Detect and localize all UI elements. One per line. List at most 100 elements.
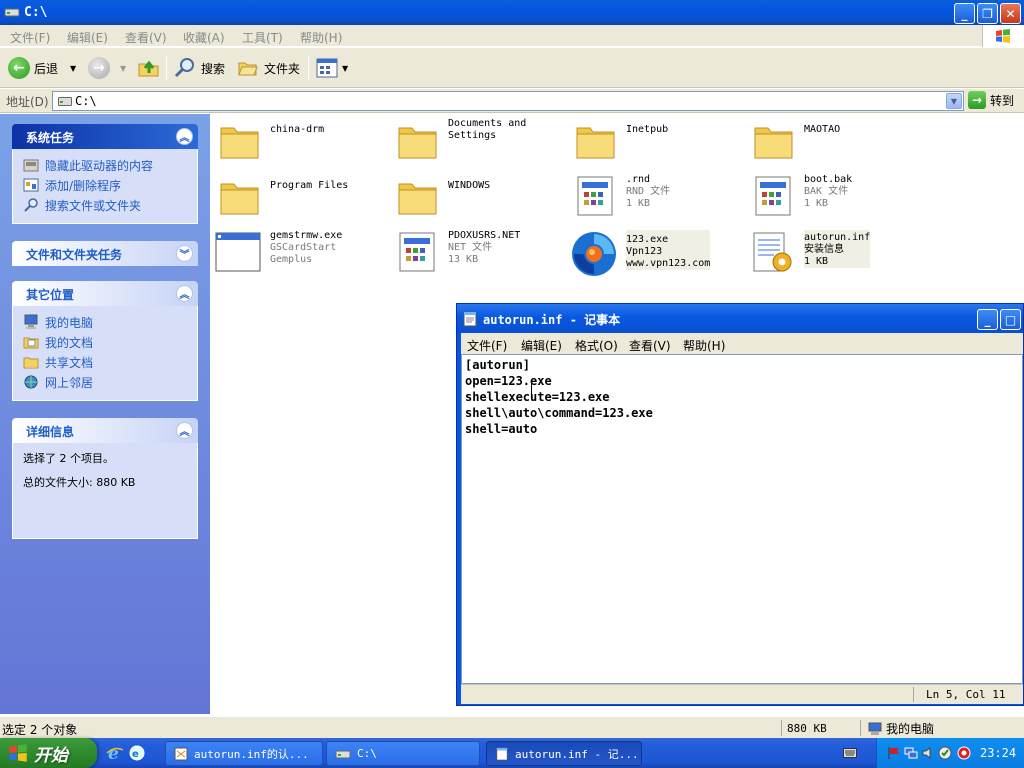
setup-information-icon [753,232,792,272]
network-icon[interactable] [904,746,918,760]
notepad-titlebar[interactable]: autorun.inf - 记事本 _ □ [457,304,1023,333]
volume-icon[interactable] [921,746,935,760]
notepad-title: autorun.inf - 记事本 [483,313,621,327]
collapse-chevron-icon[interactable]: ︽ [176,422,193,439]
taskbar-item-explorer[interactable]: C:\ [326,741,480,766]
notepad-minimize-button[interactable]: _ [977,309,998,330]
file-size: 1 KB [804,256,829,267]
details-panel: 详细信息 ︽ 选择了 2 个项目。 总的文件大小: 880 KB [12,418,198,539]
address-dropdown-icon[interactable]: ▼ [946,93,962,109]
place-shared-documents[interactable]: 共享文档 [23,352,187,372]
internet-explorer-icon[interactable]: e [106,744,124,762]
notepad-menu-help[interactable]: 帮助(H) [683,337,725,354]
document-icon [174,747,188,760]
notepad-menu-file[interactable]: 文件(F) [467,337,507,354]
expand-chevron-icon[interactable]: ︾ [176,245,193,262]
window-controls: _ ❐ ✕ [954,3,1021,24]
antivirus-icon[interactable] [957,746,971,760]
file-label: china-drm [270,118,324,136]
address-input[interactable]: C:\ ▼ [52,91,964,111]
menu-help[interactable]: 帮助(H) [300,29,342,46]
notepad-menu-edit[interactable]: 编辑(E) [521,337,562,354]
back-arrow-icon: ← [8,57,30,79]
task-search-files[interactable]: 搜索文件或文件夹 [23,195,187,215]
file-item-windows[interactable]: WINDOWS [396,174,490,218]
collapse-chevron-icon[interactable]: ︽ [176,128,193,145]
file-item-program-files[interactable]: Program Files [218,174,348,218]
close-button[interactable]: ✕ [1000,3,1021,24]
file-tasks-header[interactable]: 文件和文件夹任务 ︾ [12,241,198,266]
task-add-remove-programs[interactable]: 添加/删除程序 [23,175,187,195]
file-label: Program Files [270,174,348,192]
go-button[interactable]: → 转到 [968,91,1014,109]
file-type: BAK 文件 [804,186,849,197]
notepad-text-area[interactable]: [autorun] open=123.exe shellexecute=123.… [461,354,1023,684]
clock[interactable]: 23:24 [980,746,1016,760]
file-type: 安装信息 [804,244,844,255]
file-item-gemstrmw[interactable]: gemstrmw.exe GSCardStart Gemplus [214,230,342,274]
menu-view[interactable]: 查看(V) [125,29,167,46]
details-selection: 选择了 2 个项目。 [23,452,114,465]
file-item-boot-bak[interactable]: boot.bak BAK 文件 1 KB [752,174,852,218]
add-remove-programs-icon [23,178,39,192]
menu-tools[interactable]: 工具(T) [242,29,283,46]
up-folder-icon [138,60,159,77]
keyboard-icon[interactable] [843,748,857,758]
taskbar-item-notepad[interactable]: autorun.inf - 记... [486,741,642,766]
outlook-express-icon[interactable]: e [128,744,146,762]
search-button[interactable]: 搜索 [173,55,225,81]
explorer-titlebar[interactable]: C:\ _ ❐ ✕ [0,0,1024,25]
task-hide-drive-contents[interactable]: 隐藏此驱动器的内容 [23,155,187,175]
shared-documents-icon [23,357,39,369]
file-label: gemstrmw.exe GSCardStart Gemplus [270,230,342,266]
menu-favorites[interactable]: 收藏(A) [183,29,225,46]
views-button[interactable]: ▼ [316,55,348,81]
security-icon[interactable] [938,746,952,760]
collapse-chevron-icon[interactable]: ︽ [176,285,193,302]
file-item-rnd[interactable]: .rnd RND 文件 1 KB [574,174,670,218]
folder-icon [220,183,259,215]
taskbar: 开始 e e autorun.inf的认... C:\ autorun.inf … [0,738,1024,768]
menu-file[interactable]: 文件(F) [10,29,50,46]
windows-logo [982,25,1024,47]
file-item-documents-and-settings[interactable]: Documents and Settings [396,118,526,162]
details-title: 详细信息 [26,425,75,439]
start-button[interactable]: 开始 [0,738,97,768]
place-network[interactable]: 网上邻居 [23,372,187,392]
file-description: Vpn123 [626,246,663,257]
views-icon [316,58,338,78]
other-places-header[interactable]: 其它位置 ︽ [12,281,198,306]
system-tasks-body: 隐藏此驱动器的内容 添加/删除程序 搜索文件或文件夹 [12,149,198,224]
system-tasks-header[interactable]: 系统任务 ︽ [12,124,198,149]
up-folder-button[interactable] [137,55,161,81]
details-header[interactable]: 详细信息 ︽ [12,418,198,443]
notepad-maximize-button[interactable]: □ [1000,309,1021,330]
vpn123-app-icon [572,232,616,276]
notepad-window[interactable]: autorun.inf - 记事本 _ □ 文件(F) 编辑(E) 格式(O) … [456,303,1024,706]
back-dropdown-icon[interactable]: ▼ [70,64,76,73]
file-item-china-drm[interactable]: china-drm [218,118,324,162]
file-item-maotao[interactable]: MAOTAO [752,118,840,162]
file-label: Inetpub [626,118,668,136]
folders-button[interactable]: 文件夹 [236,55,300,81]
notepad-menu-view[interactable]: 查看(V) [629,337,671,354]
flag-icon[interactable] [887,746,901,760]
text-line: shell\auto\command=123.exe [465,406,653,420]
taskbar-item-label: autorun.inf - 记... [515,747,639,761]
file-item-pdoxusrs[interactable]: PDOXUSRS.NET NET 文件 13 KB [396,230,520,274]
taskbar-item-autorun-doc[interactable]: autorun.inf的认... [165,741,323,766]
file-item-123-exe[interactable]: 123.exe Vpn123 www.vpn123.com [570,230,711,278]
go-label: 转到 [990,93,1015,108]
drive-icon [335,750,351,758]
minimize-button[interactable]: _ [954,3,975,24]
restore-button[interactable]: ❐ [977,3,998,24]
menu-edit[interactable]: 编辑(E) [67,29,108,46]
folder-icon [398,183,437,215]
back-button[interactable]: ← 后退 ▼ [8,55,76,81]
forward-button[interactable]: → ▼ [88,55,126,81]
file-item-autorun-inf[interactable]: autorun.inf 安装信息 1 KB [750,230,871,276]
notepad-menu-format[interactable]: 格式(O) [575,337,618,354]
place-my-computer[interactable]: 我的电脑 [23,312,187,332]
file-item-inetpub[interactable]: Inetpub [574,118,668,162]
place-my-documents[interactable]: 我的文档 [23,332,187,352]
